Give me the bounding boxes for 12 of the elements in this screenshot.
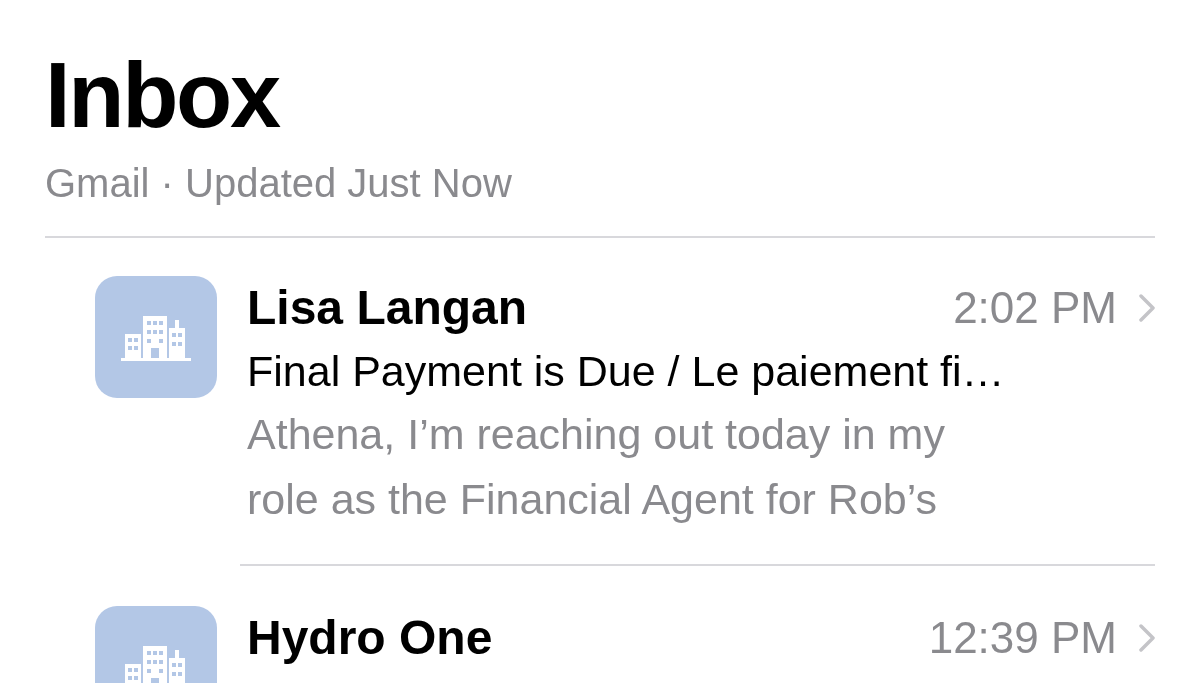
message-time: 12:39 PM — [928, 612, 1117, 664]
chevron-icon — [1139, 624, 1155, 652]
chevron-icon — [1139, 294, 1155, 322]
message-preview: role as the Financial Agent for Rob’s — [247, 474, 937, 525]
sender-name: Lisa Langan — [247, 280, 528, 336]
message-subject: Final Payment is Due / Le paiement fi… — [247, 346, 1005, 397]
building-avatar-icon — [95, 276, 217, 398]
message-preview: Athena, I’m reaching out today in my — [247, 409, 945, 460]
message-time: 2:02 PM — [953, 282, 1117, 334]
account-status: Gmail · Updated Just Now — [45, 160, 512, 207]
page-title: Inbox — [45, 43, 279, 148]
sender-name: Hydro One — [247, 610, 493, 666]
